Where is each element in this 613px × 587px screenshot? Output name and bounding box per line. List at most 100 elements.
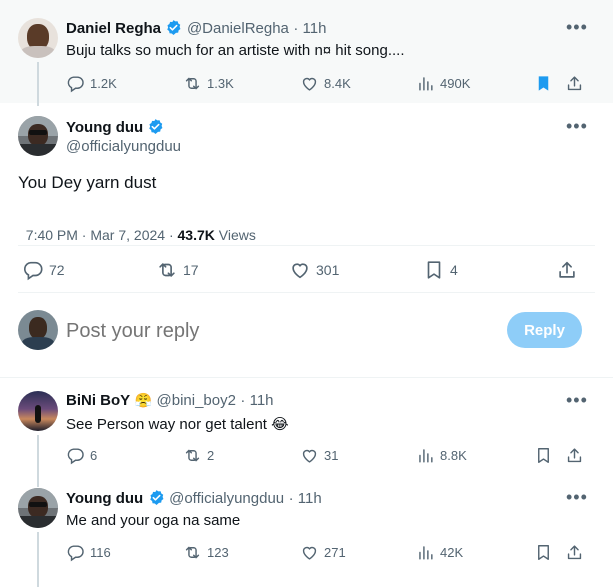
reply-button[interactable]: 1.2K	[66, 74, 117, 93]
views-count: 43.7K	[177, 227, 215, 243]
verified-badge-icon	[148, 489, 165, 506]
share-button[interactable]	[556, 259, 578, 281]
avatar[interactable]	[18, 116, 58, 156]
author-handle[interactable]: @DanielRegha	[187, 20, 289, 37]
retweet-count: 17	[183, 262, 199, 278]
like-count: 8.4K	[324, 76, 351, 91]
retweet-button[interactable]: 123	[183, 543, 229, 562]
share-icon	[556, 259, 578, 281]
retweet-button[interactable]: 2	[183, 446, 214, 465]
like-count: 271	[324, 545, 346, 560]
retweet-icon	[156, 259, 178, 281]
reply-icon	[66, 74, 85, 93]
retweet-icon	[183, 543, 202, 562]
thread-line	[37, 435, 39, 487]
reply-icon	[66, 446, 85, 465]
bookmark-button[interactable]	[534, 446, 553, 465]
more-options-icon[interactable]: •••	[566, 488, 588, 506]
avatar[interactable]	[18, 488, 58, 528]
bookmark-icon	[423, 259, 445, 281]
bookmark-filled-icon	[534, 74, 553, 93]
divider	[18, 292, 595, 293]
heart-icon	[300, 74, 319, 93]
reply-button[interactable]: 6	[66, 446, 97, 465]
reply-count: 6	[90, 448, 98, 463]
verified-badge-icon	[147, 118, 164, 135]
avatar[interactable]	[18, 310, 58, 350]
heart-icon	[300, 543, 319, 562]
bookmark-button[interactable]	[534, 543, 553, 562]
author-emoji: 😤	[134, 392, 153, 408]
heart-icon	[300, 446, 319, 465]
views-icon	[416, 74, 435, 93]
views-icon	[416, 446, 435, 465]
author-name[interactable]: Young duu	[66, 490, 143, 507]
like-button[interactable]: 271	[300, 543, 346, 562]
reply-button[interactable]: 72	[22, 259, 65, 281]
like-button[interactable]: 8.4K	[300, 74, 351, 93]
bookmark-button[interactable]	[534, 74, 553, 93]
tweet-text: See Person way nor get talent 😂	[66, 416, 289, 433]
author-handle[interactable]: @officialyungduu	[66, 138, 181, 155]
views-button[interactable]: 8.8K	[416, 446, 467, 465]
tweet-text: Buju talks so much for an artiste with n…	[66, 42, 405, 59]
author-name[interactable]: Daniel Regha	[66, 20, 161, 37]
tweet-text: Me and your oga na same	[66, 512, 241, 529]
retweet-button[interactable]: 17	[156, 259, 199, 281]
views-label: Views	[214, 227, 256, 243]
tweet-time[interactable]: · 11h	[240, 392, 273, 409]
bookmark-icon	[534, 543, 553, 562]
like-count: 31	[324, 448, 339, 463]
tweet-text: You Dey yarn dust	[18, 173, 157, 192]
like-count: 301	[316, 262, 340, 278]
divider	[0, 377, 613, 378]
reply-count: 72	[49, 262, 65, 278]
bookmark-count: 4	[450, 262, 458, 278]
retweet-icon	[183, 74, 202, 93]
author-handle[interactable]: @officialyungduu	[169, 490, 284, 507]
share-icon	[565, 74, 584, 93]
retweet-button[interactable]: 1.3K	[183, 74, 234, 93]
author-handle[interactable]: @bini_boy2	[157, 392, 236, 409]
more-options-icon[interactable]: •••	[566, 391, 588, 409]
views-count: 8.8K	[440, 448, 467, 463]
thread-line	[37, 532, 39, 587]
reply-button[interactable]: 116	[66, 543, 111, 562]
like-button[interactable]: 31	[300, 446, 338, 465]
reply-icon	[66, 543, 85, 562]
bookmark-button[interactable]: 4	[423, 259, 458, 281]
like-button[interactable]: 301	[289, 259, 339, 281]
share-button[interactable]	[565, 446, 584, 465]
verified-badge-icon	[165, 19, 182, 36]
reply-input[interactable]	[66, 316, 486, 346]
retweet-count: 1.3K	[207, 76, 234, 91]
reply-count: 1.2K	[90, 76, 117, 91]
views-button[interactable]: 490K	[416, 74, 470, 93]
avatar[interactable]	[18, 391, 58, 431]
share-icon	[565, 543, 584, 562]
views-count: 42K	[440, 545, 464, 560]
author-name[interactable]: BiNi BoY	[66, 392, 130, 409]
share-button[interactable]	[565, 543, 584, 562]
retweet-icon	[183, 446, 202, 465]
views-button[interactable]: 42K	[416, 543, 463, 562]
avatar[interactable]	[18, 18, 58, 58]
retweet-count: 2	[207, 448, 215, 463]
bookmark-icon	[534, 446, 553, 465]
divider	[18, 245, 595, 246]
more-options-icon[interactable]: •••	[566, 117, 588, 135]
time-date[interactable]: 7:40 PM · Mar 7, 2024 ·	[26, 227, 178, 243]
retweet-count: 123	[207, 545, 229, 560]
more-options-icon[interactable]: •••	[566, 18, 588, 36]
reply-count: 116	[90, 545, 111, 560]
share-icon	[565, 446, 584, 465]
share-button[interactable]	[565, 74, 584, 93]
tweet-time[interactable]: · 11h	[293, 20, 326, 37]
tweet-time[interactable]: · 11h	[289, 490, 322, 507]
reply-icon	[22, 259, 44, 281]
tweet-timestamp: 7:40 PM · Mar 7, 2024 · 43.7K Views	[18, 211, 256, 243]
reply-submit-button[interactable]: Reply	[507, 312, 582, 348]
thread-line	[37, 62, 39, 106]
author-name[interactable]: Young duu	[66, 118, 164, 136]
heart-icon	[289, 259, 311, 281]
